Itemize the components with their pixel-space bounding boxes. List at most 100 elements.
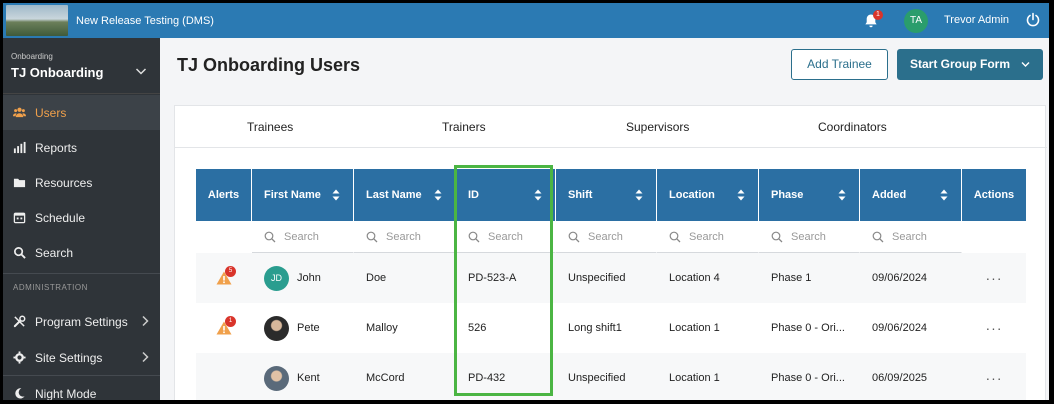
chevron-down-icon — [1021, 62, 1030, 67]
search-placeholder: Search — [588, 230, 623, 243]
search-icon — [264, 231, 276, 242]
first-name-cell: Pete — [252, 303, 354, 353]
sidebar-item-label: Night Mode — [35, 386, 97, 401]
filter-row: Search Search Search Search Search Searc… — [196, 221, 1026, 253]
last-name-cell: McCord — [366, 372, 405, 384]
column-label: First Name — [264, 189, 321, 201]
sort-icon — [434, 189, 442, 201]
sidebar-item-label: Resources — [35, 175, 93, 190]
sidebar-item-site-settings[interactable]: Site Settings — [3, 340, 160, 375]
alert-indicator[interactable]: 5 — [216, 266, 236, 285]
column-header-added[interactable]: Added — [860, 169, 962, 221]
actions-cell: ··· — [962, 353, 1026, 400]
sidebar-item-label: Schedule — [35, 210, 86, 225]
avatar — [264, 315, 289, 341]
users-card: Trainees Trainers Supervisors Coordinato… — [174, 105, 1047, 400]
id-cell: PD-523-A — [468, 272, 517, 284]
sidebar-item-users[interactable]: Users — [3, 95, 160, 130]
column-header-alerts: Alerts — [196, 169, 252, 221]
actions-cell: ··· — [962, 303, 1026, 353]
phase-search-input[interactable]: Search — [759, 221, 860, 253]
tab-trainees[interactable]: Trainees — [247, 120, 293, 134]
column-header-last-name[interactable]: Last Name — [354, 169, 456, 221]
search-icon — [366, 231, 378, 242]
last-name-search-input[interactable]: Search — [354, 221, 456, 253]
program-name: TJ Onboarding — [11, 65, 104, 80]
shift-cell: Long shift1 — [568, 322, 622, 334]
calendar-icon — [13, 212, 26, 224]
tools-icon — [13, 315, 26, 328]
column-header-id[interactable]: ID — [456, 169, 556, 221]
sort-icon — [534, 189, 542, 201]
search-icon — [872, 231, 884, 242]
column-header-location[interactable]: Location — [657, 169, 759, 221]
site-logo[interactable] — [6, 5, 68, 36]
column-header-phase[interactable]: Phase — [759, 169, 860, 221]
sidebar-item-label: Reports — [35, 140, 78, 155]
column-label: Shift — [568, 189, 593, 201]
id-search-input[interactable]: Search — [456, 221, 556, 253]
table-row[interactable]: Kent McCord PD-432 Unspecified Location … — [196, 353, 1026, 400]
search-icon — [568, 231, 580, 242]
sidebar-item-night-mode[interactable]: Night Mode — [3, 376, 160, 400]
program-selector[interactable]: Onboarding TJ Onboarding — [3, 38, 160, 94]
table-row[interactable]: 1 Pete Malloy 526 Long shift1 Location 1… — [196, 303, 1026, 353]
column-header-shift[interactable]: Shift — [556, 169, 657, 221]
search-placeholder: Search — [892, 230, 927, 243]
avatar — [264, 365, 289, 391]
last-name-cell: Doe — [366, 272, 387, 284]
filter-cell-empty — [962, 221, 1026, 253]
actions-cell: ··· — [962, 253, 1026, 303]
shift-cell: Unspecified — [568, 372, 626, 384]
shift-cell: Unspecified — [568, 272, 626, 284]
admin-section-label: ADMINISTRATION — [13, 283, 88, 292]
location-search-input[interactable]: Search — [657, 221, 759, 253]
phase-cell: Phase 1 — [771, 272, 812, 284]
more-actions-button[interactable]: ··· — [986, 370, 1003, 386]
sidebar-item-label: Program Settings — [35, 314, 128, 329]
search-icon — [669, 231, 681, 242]
tab-coordinators[interactable]: Coordinators — [818, 120, 887, 134]
sidebar-item-program-settings[interactable]: Program Settings — [3, 304, 160, 339]
column-header-actions: Actions — [973, 189, 1015, 201]
column-label: Added — [872, 189, 907, 201]
tab-trainers[interactable]: Trainers — [442, 120, 486, 134]
last-name-cell: Malloy — [366, 322, 398, 334]
sidebar-item-reports[interactable]: Reports — [3, 130, 160, 165]
search-placeholder: Search — [488, 230, 523, 243]
column-label: Last Name — [366, 189, 422, 201]
chevron-right-icon — [142, 351, 149, 363]
tab-supervisors[interactable]: Supervisors — [626, 120, 689, 134]
sidebar-item-label: Users — [35, 105, 67, 120]
add-trainee-button[interactable]: Add Trainee — [791, 49, 888, 80]
alert-indicator[interactable]: 1 — [216, 316, 236, 335]
program-caption: Onboarding — [11, 52, 53, 61]
first-name: Pete — [297, 322, 320, 334]
start-group-form-button[interactable]: Start Group Form — [897, 49, 1043, 80]
sidebar: Onboarding TJ Onboarding Users Reports R… — [3, 38, 160, 400]
column-label: ID — [468, 189, 479, 201]
shift-search-input[interactable]: Search — [556, 221, 657, 253]
sort-icon — [838, 189, 846, 201]
user-name[interactable]: Trevor Admin — [944, 14, 1009, 26]
chevron-down-icon — [135, 68, 147, 75]
table-header: Alerts First Name Last Name ID Shift Loc… — [196, 169, 1026, 221]
moon-icon — [15, 388, 25, 399]
more-actions-button[interactable]: ··· — [986, 320, 1003, 336]
column-header-first-name[interactable]: First Name — [252, 169, 354, 221]
added-search-input[interactable]: Search — [860, 221, 962, 253]
start-group-form-label: Start Group Form — [910, 57, 1011, 71]
added-cell: 09/06/2024 — [872, 272, 928, 284]
power-icon[interactable] — [1025, 12, 1041, 28]
first-name-cell: JD John — [252, 253, 354, 303]
user-avatar[interactable]: TA — [904, 9, 928, 33]
table-row[interactable]: 5 JD John Doe PD-523-A Unspecified Locati… — [196, 253, 1026, 303]
search-placeholder: Search — [386, 230, 421, 243]
page-title: TJ Onboarding Users — [177, 55, 361, 75]
location-cell: Location 1 — [669, 322, 720, 334]
first-name-search-input[interactable]: Search — [252, 221, 354, 253]
more-actions-button[interactable]: ··· — [986, 270, 1003, 286]
sidebar-item-schedule[interactable]: Schedule — [3, 200, 160, 235]
sidebar-item-resources[interactable]: Resources — [3, 165, 160, 200]
sidebar-item-search[interactable]: Search — [3, 235, 160, 270]
